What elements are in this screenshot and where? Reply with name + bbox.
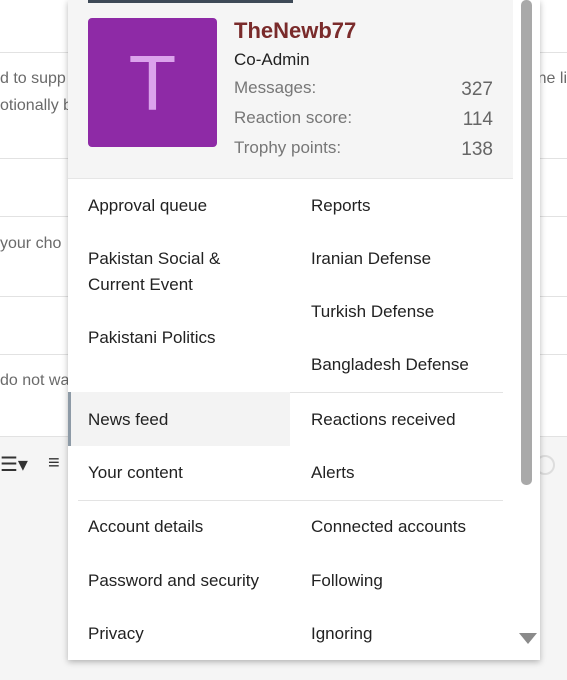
reactions-received-link[interactable]: Reactions received [311, 407, 456, 433]
stat-label-trophy-points: Trophy points: [234, 138, 342, 157]
privacy-link[interactable]: Privacy [88, 621, 144, 647]
bg-text-line: your cho [0, 235, 62, 252]
menu-divider [78, 500, 503, 501]
stat-value-messages[interactable]: 327 [368, 79, 493, 101]
account-details-link[interactable]: Account details [88, 514, 203, 540]
news-feed-link[interactable]: News feed [88, 407, 168, 433]
your-content-link[interactable]: Your content [88, 460, 183, 486]
following-link[interactable]: Following [311, 568, 383, 594]
approval-queue-link[interactable]: Approval queue [88, 193, 207, 219]
password-security-link[interactable]: Password and security [88, 568, 259, 594]
menu-header: T TheNewb77 Co-Admin Messages: 327 React… [68, 0, 513, 179]
forum-link-pakistan-social[interactable]: Pakistan Social & Current Event [88, 246, 248, 298]
scroll-down-arrow-icon[interactable] [519, 633, 537, 644]
forum-link-bangladesh-defense[interactable]: Bangladesh Defense [311, 352, 469, 378]
align-icon[interactable]: ≡ [48, 452, 60, 475]
bg-text-line-right: ne li [537, 70, 567, 87]
ignoring-link[interactable]: Ignoring [311, 621, 372, 647]
menu-top-accent [88, 0, 293, 3]
forum-link-iranian-defense[interactable]: Iranian Defense [311, 246, 431, 272]
bg-text-line: d to supp [0, 70, 66, 87]
list-icon[interactable]: ☰▾ [0, 452, 28, 477]
forum-link-turkish-defense[interactable]: Turkish Defense [311, 299, 434, 325]
username-link[interactable]: TheNewb77 [234, 18, 356, 44]
reports-link[interactable]: Reports [311, 193, 371, 219]
bg-text-line: otionally b [0, 97, 73, 114]
forum-link-pakistani-politics[interactable]: Pakistani Politics [88, 325, 216, 351]
scrollbar-thumb[interactable] [521, 0, 532, 485]
user-role: Co-Admin [234, 50, 310, 69]
alerts-link[interactable]: Alerts [311, 460, 354, 486]
stat-label-messages: Messages: [234, 78, 317, 97]
avatar[interactable]: T [88, 18, 217, 147]
stat-value-trophy-points[interactable]: 138 [368, 139, 493, 161]
connected-accounts-link[interactable]: Connected accounts [311, 514, 466, 540]
bg-text-line: do not wa [0, 372, 70, 389]
account-menu: T TheNewb77 Co-Admin Messages: 327 React… [68, 0, 540, 660]
avatar-letter: T [128, 38, 177, 127]
stat-value-reaction-score[interactable]: 114 [368, 109, 493, 131]
stat-label-reaction-score: Reaction score: [234, 108, 353, 127]
